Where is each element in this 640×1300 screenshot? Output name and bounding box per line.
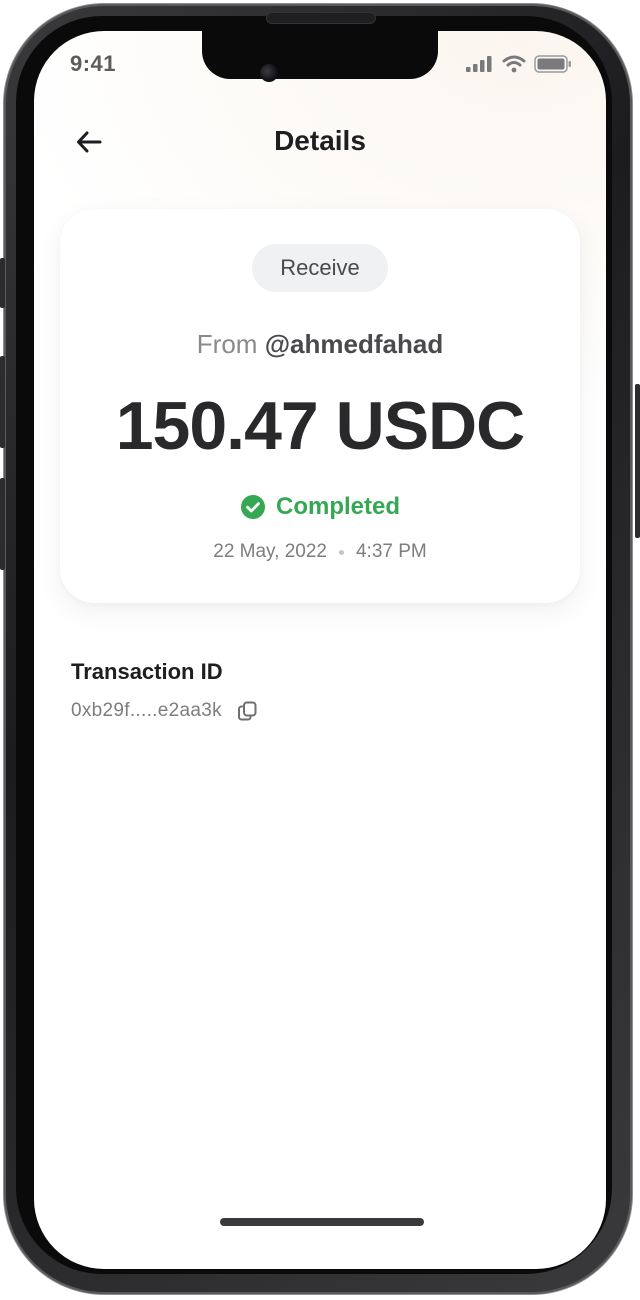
status-text: Completed <box>275 493 400 520</box>
volume-up-button <box>0 356 5 448</box>
status-row: Completed <box>60 493 580 521</box>
sender-line: From @ahmedfahad <box>60 329 580 360</box>
copy-button[interactable] <box>236 699 260 723</box>
status-time: 9:41 <box>70 51 117 76</box>
copy-icon <box>237 701 257 721</box>
notch <box>202 31 438 79</box>
mute-switch <box>0 258 5 308</box>
transaction-summary-card: Receive From @ahmedfahad 150.47 USDC Com… <box>60 209 580 603</box>
battery-icon <box>534 55 571 73</box>
wifi-icon <box>502 55 526 73</box>
earpiece-speaker <box>266 12 376 24</box>
transaction-id-value: 0xb29f.....e2aa3k <box>71 700 222 721</box>
volume-down-button <box>0 478 5 570</box>
status-icons <box>466 55 572 73</box>
home-indicator[interactable] <box>220 1218 424 1226</box>
transaction-time: 4:37 PM <box>355 541 427 562</box>
transaction-date: 22 May, 2022 <box>213 541 327 562</box>
transaction-amount: 150.47 USDC <box>115 388 526 464</box>
page-title: Details <box>274 125 366 156</box>
from-prefix: From <box>196 329 258 359</box>
transaction-id-label: Transaction ID <box>71 659 223 684</box>
sender-handle: @ahmedfahad <box>264 329 444 359</box>
transaction-type-badge: Receive <box>252 244 388 292</box>
power-button <box>635 384 640 538</box>
timestamp-row: 22 May, 2022 4:37 PM <box>60 541 580 563</box>
header: Details <box>34 119 606 163</box>
front-camera <box>260 64 278 82</box>
screen: 9:41 Details Receive From @ahmedfahad 15… <box>34 31 606 1269</box>
cellular-signal-icon <box>466 56 492 72</box>
check-circle-icon <box>240 495 265 519</box>
separator-dot <box>338 549 344 555</box>
transaction-id-row: 0xb29f.....e2aa3k <box>71 699 260 723</box>
